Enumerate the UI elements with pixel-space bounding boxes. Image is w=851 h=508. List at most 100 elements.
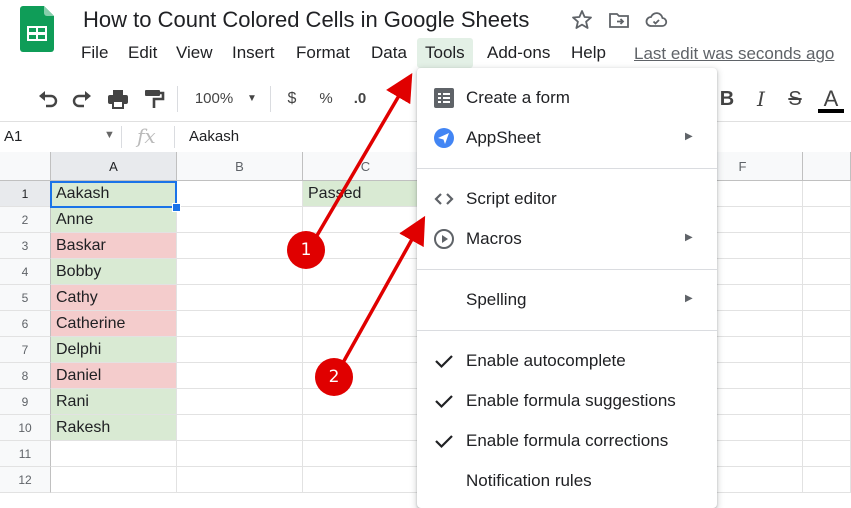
cell-a-name[interactable]: Bobby bbox=[51, 259, 177, 285]
row-header[interactable]: 8 bbox=[0, 363, 51, 389]
cell-a-name[interactable]: Rani bbox=[51, 389, 177, 415]
grid-cell[interactable] bbox=[303, 467, 429, 493]
cell-a-name[interactable]: Daniel bbox=[51, 363, 177, 389]
grid-cell[interactable] bbox=[803, 415, 851, 441]
cell-a-name[interactable]: Catherine bbox=[51, 311, 177, 337]
grid-cell[interactable] bbox=[51, 441, 177, 467]
menu-item-macros[interactable]: Macros ▶ bbox=[417, 221, 717, 257]
grid-cell[interactable] bbox=[177, 285, 303, 311]
grid-cell[interactable] bbox=[303, 337, 429, 363]
column-header-b[interactable]: B bbox=[177, 152, 303, 181]
menu-item-spelling[interactable]: Spelling ▶ bbox=[417, 282, 717, 318]
document-title[interactable]: How to Count Colored Cells in Google She… bbox=[83, 7, 529, 33]
zoom-dropdown-caret-icon[interactable]: ▼ bbox=[244, 86, 260, 112]
grid-cell[interactable] bbox=[803, 207, 851, 233]
grid-cell[interactable] bbox=[303, 311, 429, 337]
grid-cell[interactable] bbox=[803, 441, 851, 467]
menu-tools[interactable]: Tools bbox=[417, 38, 473, 68]
grid-cell[interactable] bbox=[803, 363, 851, 389]
grid-cell[interactable] bbox=[303, 441, 429, 467]
zoom-select[interactable]: 100% bbox=[190, 86, 238, 112]
formula-input[interactable]: Aakash bbox=[189, 128, 239, 145]
grid-cell[interactable] bbox=[303, 389, 429, 415]
menu-item-appsheet[interactable]: AppSheet ▶ bbox=[417, 120, 717, 156]
menu-file[interactable]: File bbox=[73, 38, 116, 68]
grid-cell[interactable] bbox=[177, 181, 303, 207]
row-header[interactable]: 1 bbox=[0, 181, 51, 207]
row-header[interactable]: 2 bbox=[0, 207, 51, 233]
grid-cell[interactable] bbox=[803, 389, 851, 415]
print-button[interactable] bbox=[104, 86, 132, 112]
redo-button[interactable] bbox=[68, 86, 96, 112]
menu-insert[interactable]: Insert bbox=[224, 38, 283, 68]
menu-view[interactable]: View bbox=[168, 38, 221, 68]
row-header[interactable]: 3 bbox=[0, 233, 51, 259]
grid-cell[interactable] bbox=[803, 337, 851, 363]
name-box-caret-icon[interactable]: ▼ bbox=[104, 129, 115, 141]
decrease-decimal-button[interactable]: .0 bbox=[348, 86, 372, 112]
grid-cell[interactable] bbox=[51, 467, 177, 493]
italic-button[interactable]: I bbox=[750, 86, 772, 112]
grid-cell[interactable] bbox=[303, 285, 429, 311]
column-header-c[interactable]: C bbox=[303, 152, 429, 181]
cell-a-name[interactable]: Baskar bbox=[51, 233, 177, 259]
move-to-folder-icon[interactable] bbox=[607, 8, 631, 32]
percent-format-button[interactable]: % bbox=[314, 86, 338, 112]
grid-cell[interactable] bbox=[177, 233, 303, 259]
grid-cell[interactable] bbox=[303, 207, 429, 233]
last-edit-link[interactable]: Last edit was seconds ago bbox=[634, 44, 834, 64]
fill-handle[interactable] bbox=[172, 203, 181, 212]
grid-cell[interactable] bbox=[303, 259, 429, 285]
grid-cell[interactable] bbox=[803, 259, 851, 285]
row-header[interactable]: 6 bbox=[0, 311, 51, 337]
grid-cell[interactable] bbox=[177, 467, 303, 493]
currency-format-button[interactable]: $ bbox=[282, 86, 302, 112]
google-sheets-logo[interactable] bbox=[20, 6, 54, 52]
menu-format[interactable]: Format bbox=[288, 38, 358, 68]
grid-cell[interactable] bbox=[803, 181, 851, 207]
select-all-corner[interactable] bbox=[0, 152, 51, 181]
grid-cell[interactable] bbox=[177, 337, 303, 363]
grid-cell[interactable] bbox=[803, 233, 851, 259]
row-header[interactable]: 4 bbox=[0, 259, 51, 285]
menu-edit[interactable]: Edit bbox=[120, 38, 165, 68]
bold-button[interactable]: B bbox=[716, 86, 738, 112]
grid-cell[interactable] bbox=[177, 207, 303, 233]
menu-item-script-editor[interactable]: Script editor bbox=[417, 181, 717, 217]
menu-add-ons[interactable]: Add-ons bbox=[479, 38, 558, 68]
grid-cell[interactable] bbox=[177, 311, 303, 337]
cell-a-name[interactable]: Cathy bbox=[51, 285, 177, 311]
row-header[interactable]: 7 bbox=[0, 337, 51, 363]
menu-help[interactable]: Help bbox=[563, 38, 614, 68]
cell-a-name[interactable]: Anne bbox=[51, 207, 177, 233]
grid-cell[interactable] bbox=[177, 415, 303, 441]
menu-item-notification-rules[interactable]: Notification rules bbox=[417, 463, 717, 499]
menu-data[interactable]: Data bbox=[363, 38, 415, 68]
grid-cell[interactable] bbox=[303, 415, 429, 441]
grid-cell[interactable] bbox=[177, 363, 303, 389]
row-header[interactable]: 5 bbox=[0, 285, 51, 311]
column-header-g[interactable] bbox=[803, 152, 851, 181]
grid-cell[interactable] bbox=[177, 441, 303, 467]
grid-cell[interactable] bbox=[803, 311, 851, 337]
cell-a-name[interactable]: Delphi bbox=[51, 337, 177, 363]
name-box[interactable]: A1 bbox=[4, 128, 22, 145]
strikethrough-button[interactable]: S bbox=[784, 86, 806, 112]
row-header[interactable]: 9 bbox=[0, 389, 51, 415]
menu-item-create-form[interactable]: Create a form bbox=[417, 80, 717, 116]
row-header[interactable]: 12 bbox=[0, 467, 51, 493]
row-header[interactable]: 11 bbox=[0, 441, 51, 467]
row-header[interactable]: 10 bbox=[0, 415, 51, 441]
star-icon[interactable] bbox=[570, 8, 594, 32]
grid-cell[interactable] bbox=[803, 467, 851, 493]
menu-item-enable-formula-suggestions[interactable]: Enable formula suggestions bbox=[417, 383, 717, 419]
paint-format-button[interactable] bbox=[140, 86, 168, 112]
menu-item-enable-formula-corrections[interactable]: Enable formula corrections bbox=[417, 423, 717, 459]
menu-item-enable-autocomplete[interactable]: Enable autocomplete bbox=[417, 343, 717, 379]
grid-cell[interactable] bbox=[177, 259, 303, 285]
grid-cell[interactable] bbox=[177, 389, 303, 415]
cell-c1[interactable]: Passed bbox=[303, 181, 429, 207]
cell-a-name[interactable]: Rakesh bbox=[51, 415, 177, 441]
column-header-a[interactable]: A bbox=[51, 152, 177, 181]
undo-button[interactable] bbox=[34, 86, 62, 112]
